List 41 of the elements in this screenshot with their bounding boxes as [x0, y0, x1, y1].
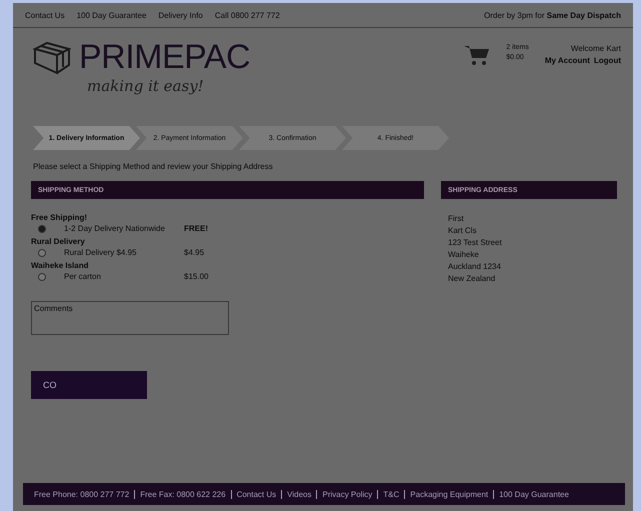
cart-icon[interactable]: [464, 44, 490, 66]
account-link[interactable]: Logout: [594, 56, 621, 65]
top-link[interactable]: Delivery Info: [158, 10, 203, 20]
option-price: $15.00: [184, 272, 208, 281]
address-line: Kart Cls: [448, 226, 478, 235]
radio-button[interactable]: [38, 248, 46, 256]
address-line: Waiheke: [448, 250, 480, 259]
group-title: Waiheke Island: [31, 261, 90, 270]
tagline: making it easy!: [87, 77, 205, 95]
footer-link[interactable]: Packaging Equipment: [404, 490, 488, 498]
instruction-text: Please select a Shipping Method and review your Shipping Address: [33, 162, 273, 171]
comments-field[interactable]: Comments: [31, 301, 229, 335]
dispatch-note: Order by 3pm for Same Day Dispatch: [484, 10, 621, 20]
address-line: New Zealand: [448, 274, 496, 283]
footer-link[interactable]: 100 Day Guarantee: [493, 490, 569, 498]
address-line: 123 Test Street: [448, 238, 503, 247]
top-link[interactable]: 100 Day Guarantee: [76, 10, 146, 20]
box-icon: [33, 40, 71, 74]
group-title: Free Shipping!: [31, 213, 88, 222]
footer-link[interactable]: T&C: [377, 490, 400, 498]
account-link[interactable]: My Account: [544, 56, 590, 65]
address-line: First: [448, 214, 465, 223]
radio-button[interactable]: [38, 224, 46, 232]
group-title: Rural Delivery: [31, 237, 86, 246]
top-link[interactable]: Call 0800 277 772: [214, 10, 280, 20]
radio-button[interactable]: [38, 272, 46, 280]
logo[interactable]: PRIMEPAC: [79, 38, 250, 77]
footer-link[interactable]: Free Fax: 0800 622 226: [134, 490, 226, 498]
welcome-text: Welcome Kart: [570, 44, 621, 53]
option-label: Per carton: [64, 272, 102, 281]
top-link[interactable]: Contact Us: [25, 10, 65, 20]
address-line: Auckland 1234: [448, 262, 502, 271]
option-price: $4.95: [184, 248, 204, 257]
continue-button[interactable]: CO: [31, 371, 147, 399]
option-price: FREE!: [184, 224, 208, 233]
footer-link[interactable]: Videos: [281, 490, 312, 498]
option-label: Rural Delivery $4.95: [64, 248, 138, 257]
option-label: 1-2 Day Delivery Nationwide: [64, 224, 166, 233]
footer-link[interactable]: Contact Us: [230, 490, 276, 498]
footer-link[interactable]: Free Phone: 0800 277 772: [29, 490, 130, 498]
footer-link[interactable]: Privacy Policy: [316, 490, 372, 498]
